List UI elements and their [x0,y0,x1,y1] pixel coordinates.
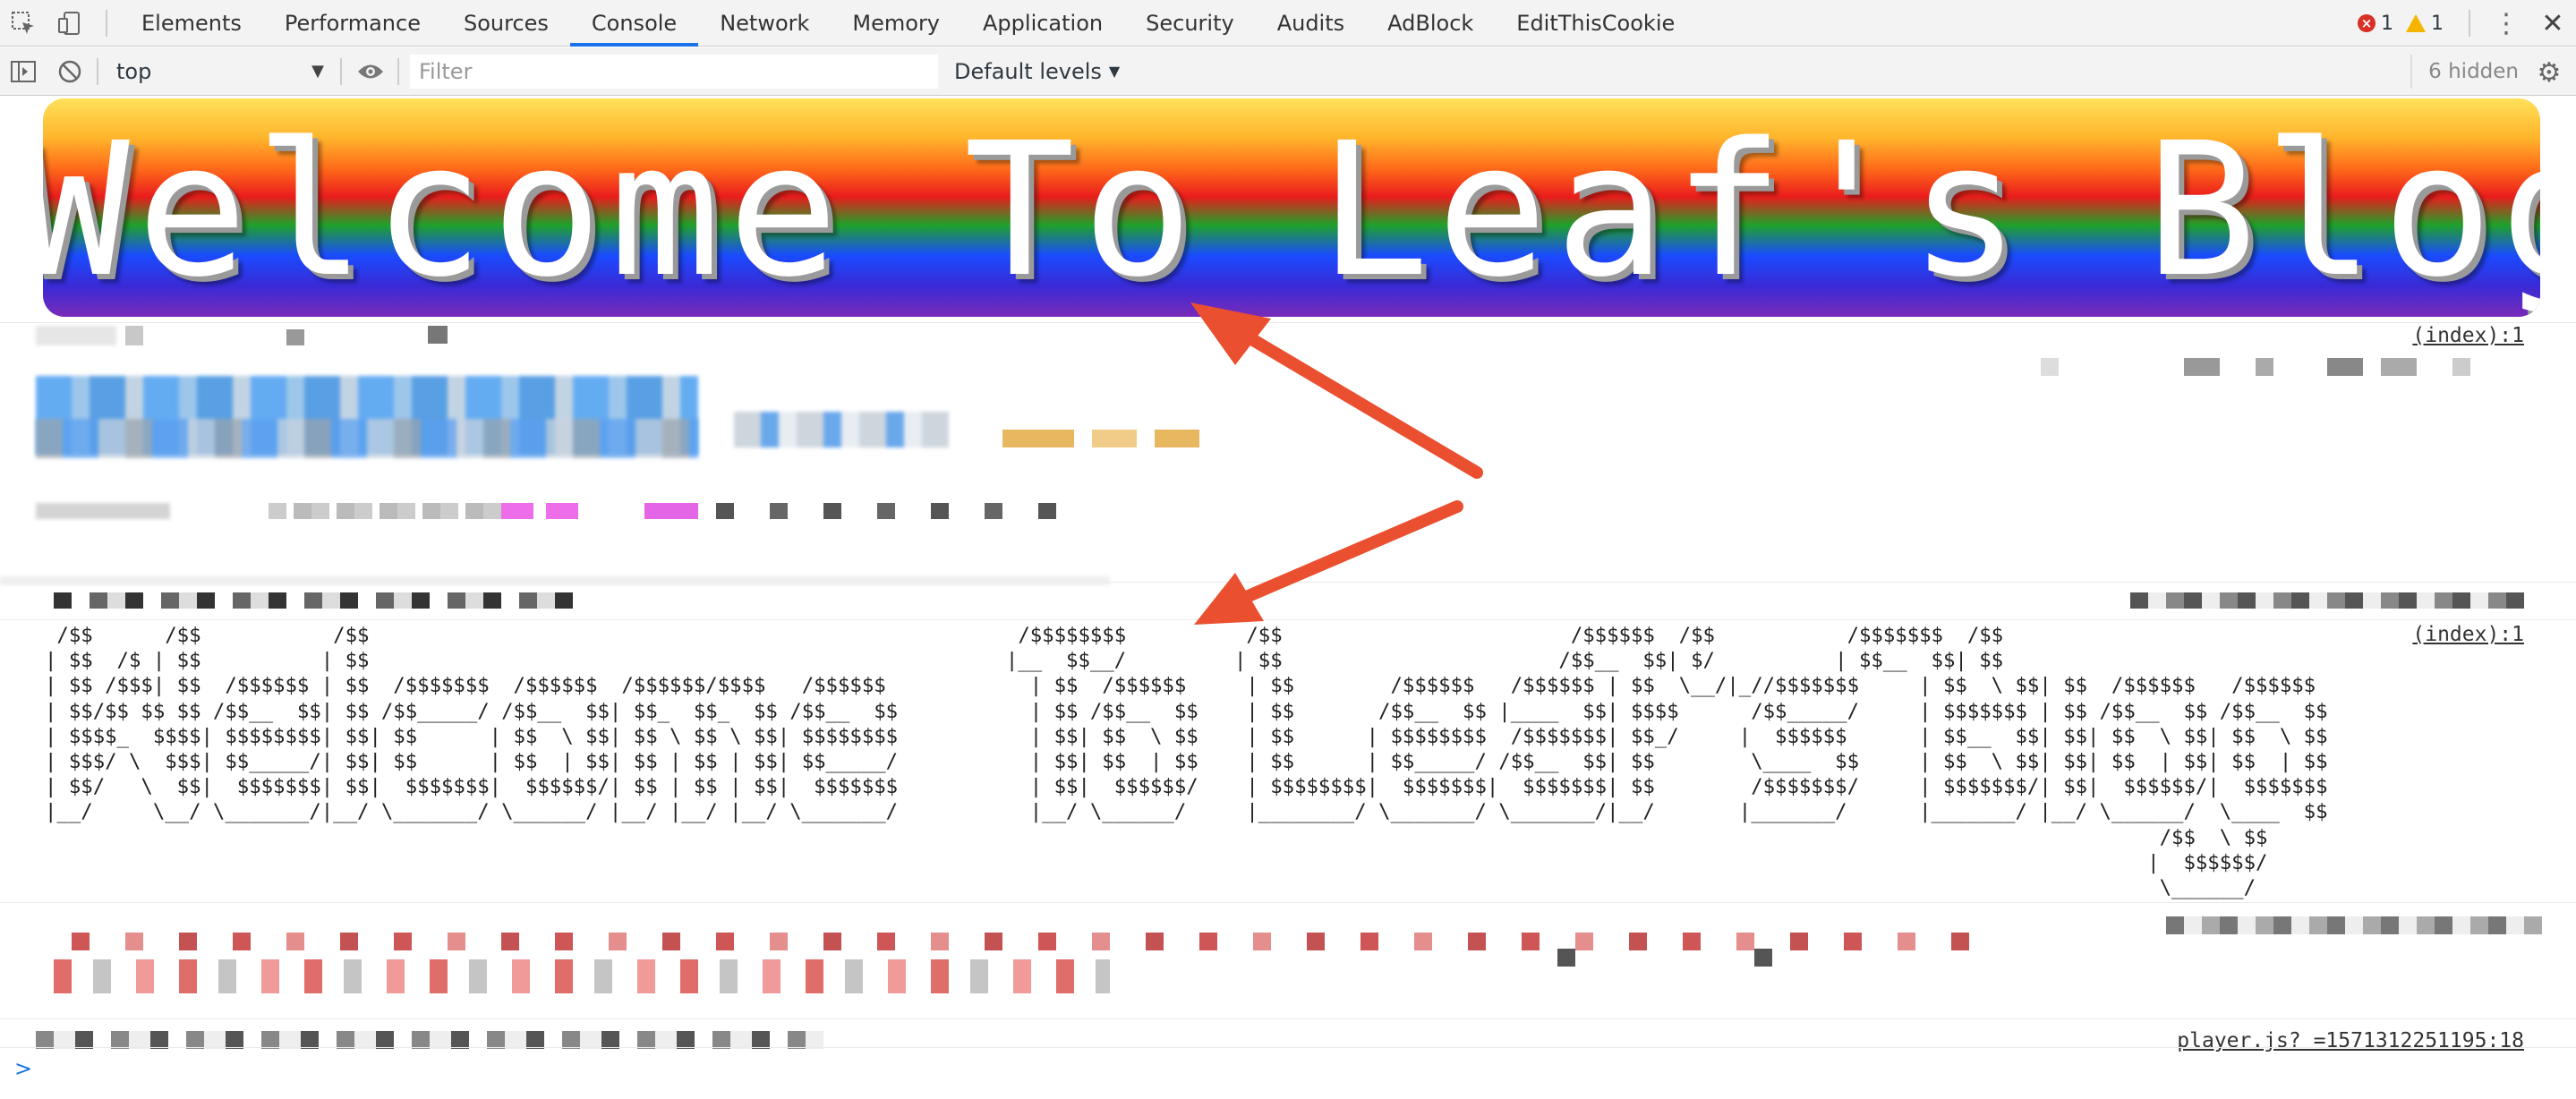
console-prompt-icon[interactable]: > [14,1056,32,1081]
show-sidebar-icon[interactable] [0,48,47,95]
tab-audits[interactable]: Audits [1256,0,1366,47]
devtools-tab-bar: Elements Performance Sources Console Net… [0,0,2576,47]
warning-count[interactable]: 1 [2406,13,2444,35]
live-expression-eye-icon[interactable] [347,48,394,95]
tab-memory[interactable]: Memory [831,0,961,47]
error-count-label: 1 [2381,12,2393,35]
log-levels-label: Default levels [954,58,1102,84]
tab-performance[interactable]: Performance [263,0,442,47]
toolbar-divider [106,9,107,37]
console-toolbar: top ▼ Default levels ▼ 6 hidden ⚙ [0,47,2576,96]
console-settings-gear-icon[interactable]: ⚙ [2533,56,2565,89]
context-selector[interactable]: top ▼ [102,54,335,89]
annotation-arrow-lower [1194,500,1463,625]
tab-bar-status: × 1 1 ⋮ ✕ [2358,0,2576,47]
toolbar-divider [2469,10,2470,37]
message-divider [0,619,2576,620]
log-levels-dropdown[interactable]: Default levels ▼ [954,59,1120,84]
source-link-player-js[interactable]: player.js? =1571312251195:18 [2177,1029,2524,1052]
close-devtools-icon[interactable]: ✕ [2529,0,2576,47]
message-divider [0,902,2576,903]
dropdown-arrow-icon: ▼ [311,62,324,81]
device-toolbar-icon[interactable] [47,0,93,47]
console-output: Welcome To Leaf's Blog (index):1 (index)… [0,97,2576,1099]
more-options-icon[interactable]: ⋮ [2483,0,2529,47]
error-count[interactable]: × 1 [2358,13,2393,35]
warning-icon [2406,14,2426,32]
message-divider [0,322,2576,323]
source-link-index-2[interactable]: (index):1 [2412,623,2524,646]
clear-console-icon[interactable] [47,48,93,95]
message-divider [0,1018,2576,1019]
ascii-art-message: /$$ /$$ /$$ /$$$$$$$$ /$$ /$$$$$$ /$$ /$… [45,624,2328,900]
tab-console[interactable]: Console [569,0,699,47]
tab-application[interactable]: Application [961,0,1124,47]
tab-adblock[interactable]: AdBlock [1366,0,1495,47]
dropdown-arrow-icon: ▼ [1108,63,1121,80]
tab-elements[interactable]: Elements [120,0,263,47]
toolbar-divider [97,57,98,85]
annotation-arrow-upper [1190,302,1483,479]
welcome-banner-text: Welcome To Leaf's Blog [43,103,2540,317]
error-icon: × [2358,14,2376,32]
toolbar-divider [397,57,399,85]
warning-count-label: 1 [2431,12,2444,35]
context-selector-value: top [116,58,152,84]
message-divider [0,1047,2576,1048]
toolbar-divider [340,57,342,85]
tab-security[interactable]: Security [1124,0,1256,47]
console-filter-input[interactable] [410,54,938,89]
inspect-element-icon[interactable] [0,0,47,47]
source-link-index-1[interactable]: (index):1 [2412,324,2524,347]
tab-editthiscookie[interactable]: EditThisCookie [1495,0,1696,47]
tab-sources[interactable]: Sources [442,0,570,47]
hidden-messages-count: 6 hidden [2410,55,2519,89]
tab-network[interactable]: Network [698,0,831,47]
welcome-banner: Welcome To Leaf's Blog [43,98,2540,317]
